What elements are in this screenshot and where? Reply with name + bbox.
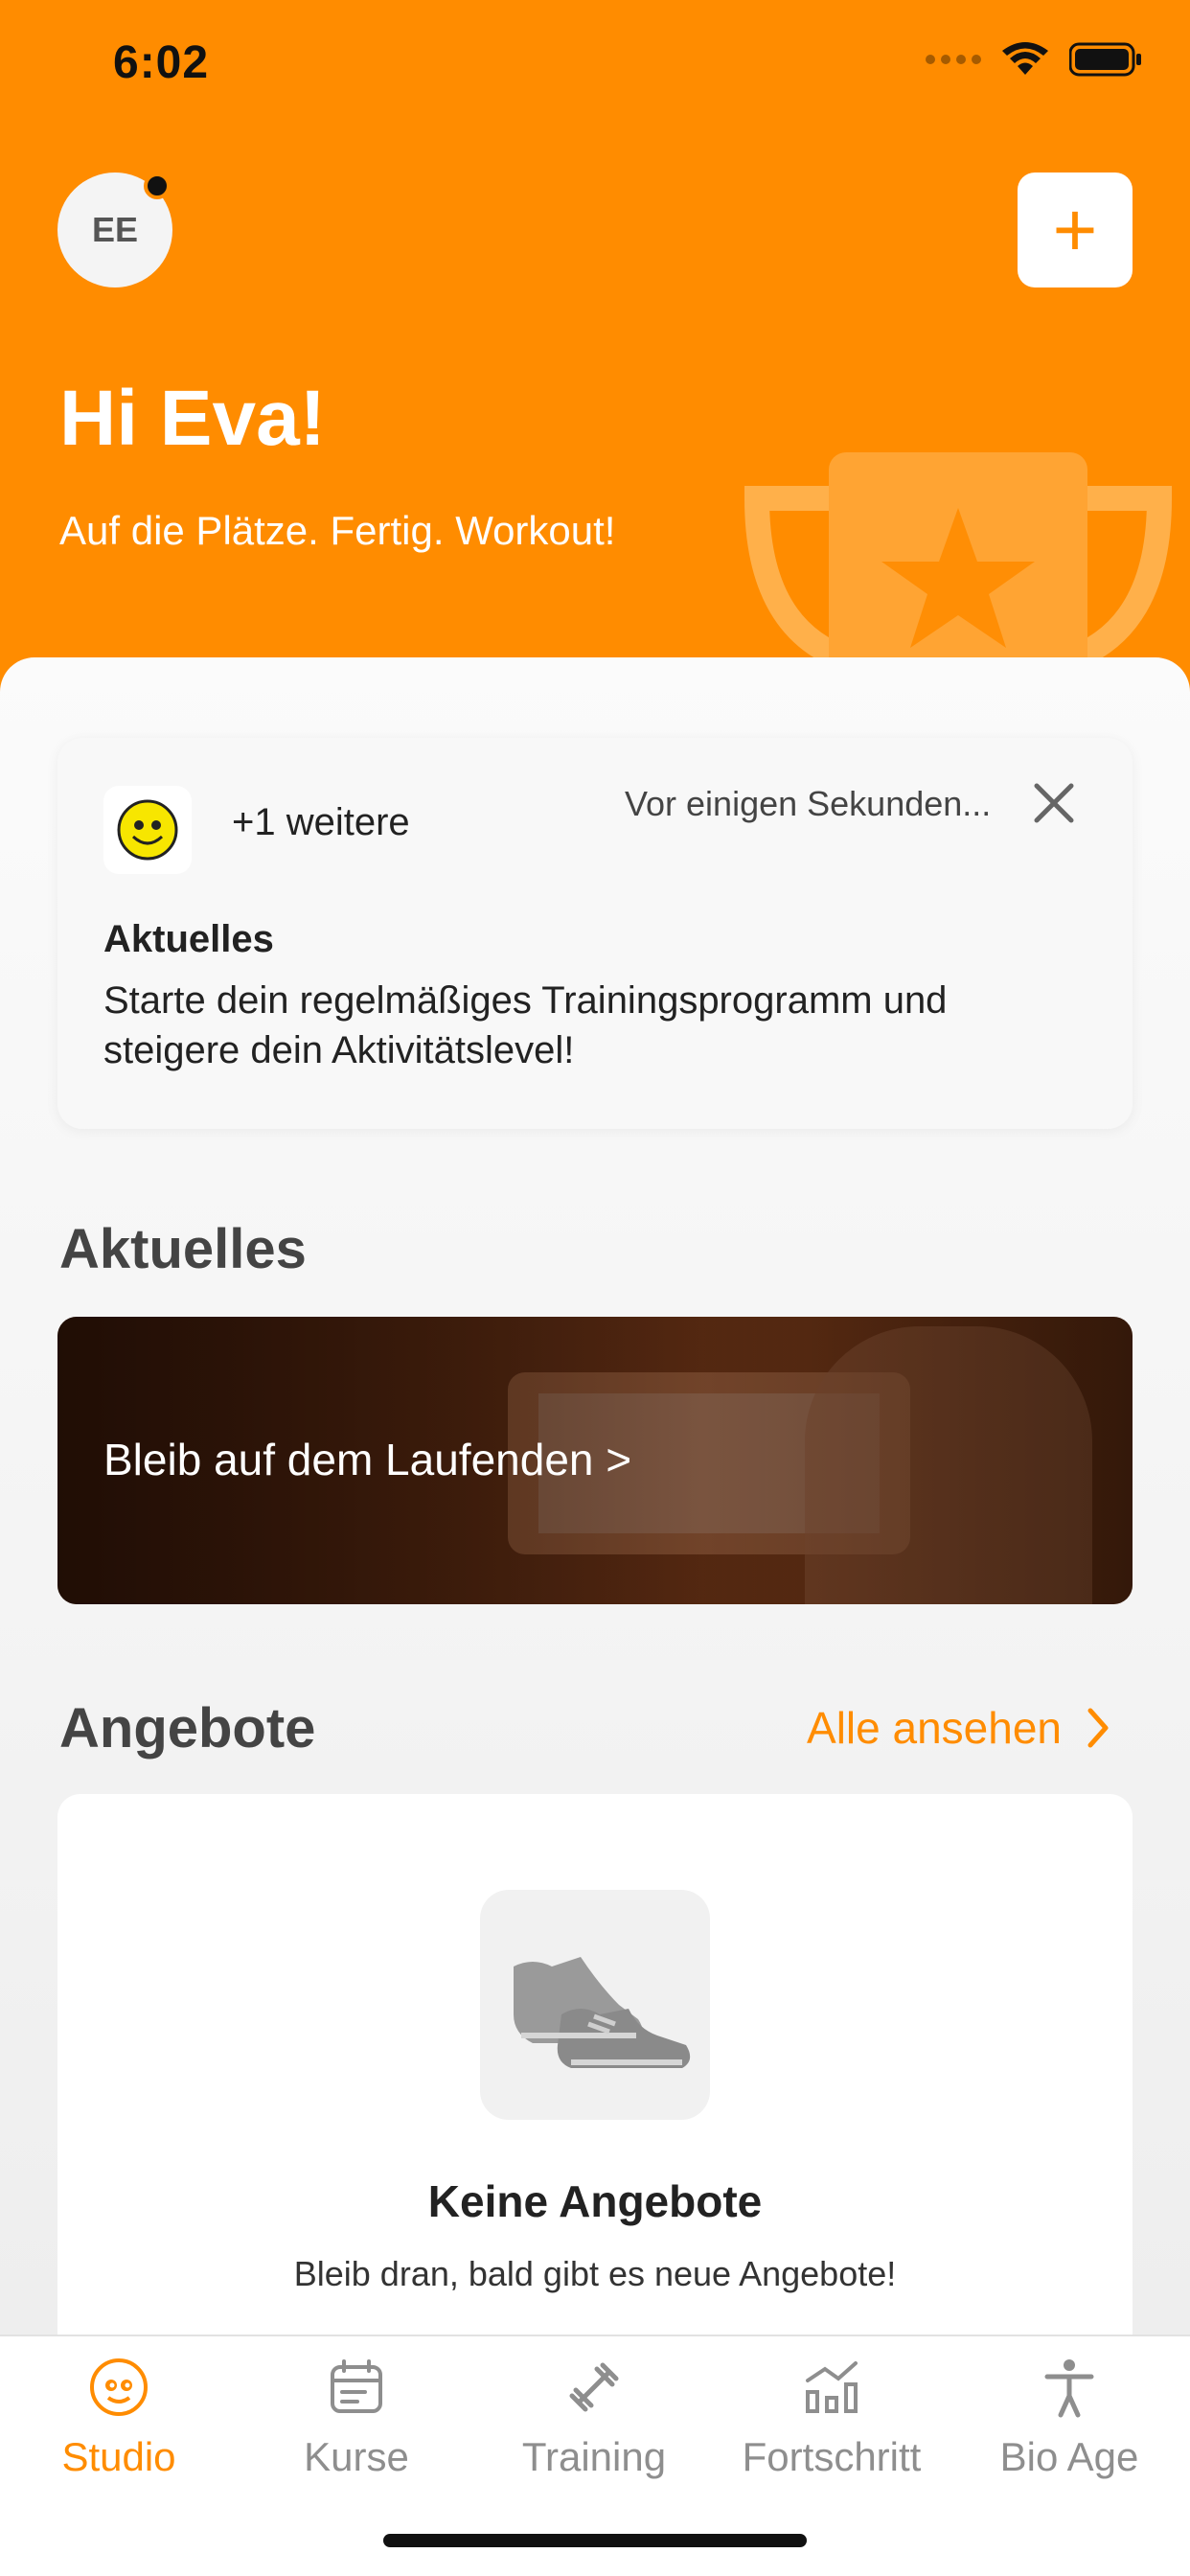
tab-studio[interactable]: Studio xyxy=(0,2354,238,2507)
notification-dot xyxy=(144,172,171,199)
tab-label-training: Training xyxy=(521,2434,667,2479)
tab-label-bio-age: Bio Age xyxy=(999,2434,1139,2479)
offers-empty-subtitle: Bleib dran, bald gibt es neue Angebote! xyxy=(293,2254,897,2293)
smiley-icon xyxy=(103,786,192,874)
dumbbell-icon xyxy=(569,2362,619,2412)
close-icon[interactable] xyxy=(1025,774,1083,832)
person-icon xyxy=(1044,2359,1094,2418)
notification-time: Vor einigen Sekunden... xyxy=(625,784,992,823)
greeting-title: Hi Eva! xyxy=(59,375,326,462)
tab-label-kurse: Kurse xyxy=(304,2434,409,2479)
app-screen: 6:02 EE + Hi Eva! Auf die Plätze. Fertig… xyxy=(0,0,1190,2576)
signal-icon xyxy=(926,55,981,64)
notification-body: Starte dein regelmäßiges Trainingsprogra… xyxy=(103,979,948,1071)
status-time: 6:02 xyxy=(113,37,210,88)
notification-title: Aktuelles xyxy=(103,918,274,960)
notification-more: +1 weitere xyxy=(232,801,410,843)
tab-label-studio: Studio xyxy=(61,2434,176,2479)
see-all-label: Alle ansehen xyxy=(807,1703,1062,1753)
see-all-link[interactable]: Alle ansehen xyxy=(807,1702,1111,1754)
notification-card[interactable]: +1 weitere Vor einigen Sekunden... Aktue… xyxy=(57,738,1133,1129)
tagline: Auf die Plätze. Fertig. Workout! xyxy=(59,508,616,553)
wifi-icon xyxy=(1002,42,1048,75)
chart-icon xyxy=(806,2361,858,2413)
home-indicator xyxy=(383,2534,807,2547)
offers-card: Keine Angebote Bleib dran, bald gibt es … xyxy=(57,1794,1133,2369)
news-banner[interactable]: Bleib auf dem Laufenden > xyxy=(57,1317,1133,1604)
add-button[interactable]: + xyxy=(1018,172,1133,288)
tab-label-fortschritt: Fortschritt xyxy=(742,2434,922,2479)
header: 6:02 EE + Hi Eva! Auf die Plätze. Fertig… xyxy=(0,0,1190,728)
sneakers-icon xyxy=(480,1890,710,2120)
status-bar: 6:02 xyxy=(0,0,1190,134)
tab-kurse[interactable]: Kurse xyxy=(238,2354,475,2507)
tab-bio-age[interactable]: Bio Age xyxy=(950,2354,1188,2507)
avatar[interactable]: EE xyxy=(57,172,172,288)
battery-icon xyxy=(1069,42,1141,77)
news-section-title: Aktuelles xyxy=(59,1218,307,1280)
news-banner-text: Bleib auf dem Laufenden > xyxy=(103,1435,632,1484)
smiley-icon xyxy=(90,2358,148,2416)
tab-fortschritt[interactable]: Fortschritt xyxy=(713,2354,950,2507)
chevron-right-icon xyxy=(1087,1708,1109,1748)
calendar-icon xyxy=(331,2359,382,2413)
status-icons xyxy=(926,42,1142,77)
offers-empty-title: Keine Angebote xyxy=(427,2176,763,2226)
tab-training[interactable]: Training xyxy=(475,2354,713,2507)
offers-section-title: Angebote xyxy=(59,1697,316,1760)
avatar-initials: EE xyxy=(91,210,139,249)
